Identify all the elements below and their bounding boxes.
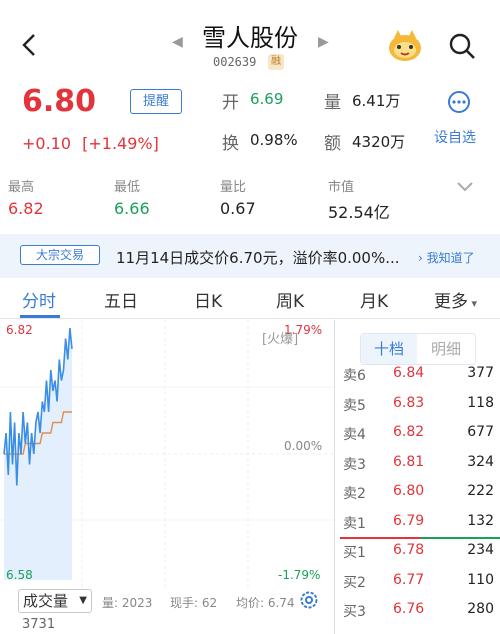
- chevron-right-icon: ›: [418, 251, 423, 265]
- stock-code: 002639: [213, 55, 257, 69]
- high-value: 6.82: [8, 199, 44, 218]
- low-label: 最低: [114, 180, 141, 195]
- orderbook-price: 6.81: [393, 453, 425, 470]
- header-bar: ◀ 雪人股份 ▶ 002639 融: [0, 0, 500, 78]
- orderbook-level-label: 买3: [343, 604, 366, 620]
- margin-badge: 融: [268, 54, 284, 70]
- orderbook-price: 6.78: [393, 542, 425, 558]
- orderbook-qty: 280: [467, 601, 494, 617]
- volume-value: 3731: [22, 617, 56, 632]
- search-icon[interactable]: [446, 30, 478, 62]
- low-value: 6.66: [114, 199, 150, 218]
- pct-axis-mid: 0.00%: [284, 439, 323, 453]
- change-amount: +0.10: [22, 134, 72, 153]
- orderbook-qty: 118: [467, 394, 494, 411]
- stock-name: 雪人股份: [202, 24, 298, 52]
- add-favorite-button[interactable]: 设自选: [434, 127, 476, 147]
- tab-divider: [0, 318, 500, 319]
- indicator-select[interactable]: 成交量 ▼: [18, 589, 92, 613]
- current-price: 6.80: [22, 84, 97, 119]
- orderbook-qty: 222: [467, 483, 494, 499]
- orderbook-level-label: 卖5: [343, 397, 366, 414]
- orderbook-qty: 132: [467, 512, 494, 529]
- orderbook-level-label: 卖2: [343, 486, 366, 502]
- remind-button[interactable]: 提醒: [130, 89, 182, 114]
- tab-five-day[interactable]: 五日: [104, 287, 138, 312]
- orderbook-price: 6.77: [393, 571, 425, 588]
- notice-dismiss[interactable]: › 我知道了: [418, 249, 475, 266]
- mascot-icon[interactable]: [386, 28, 424, 64]
- y-axis-top: 6.82: [6, 323, 33, 337]
- orderbook-row-ask[interactable]: 卖4 6.82 677: [335, 419, 500, 448]
- market-cap-value: 52.54亿: [328, 203, 390, 222]
- orderbook-qty: 110: [467, 571, 494, 588]
- market-cap-label: 市值: [328, 180, 355, 195]
- volume-total: 量: 2023: [102, 596, 153, 610]
- orderbook-row-ask[interactable]: 卖3 6.81 324: [335, 449, 500, 478]
- turnover-label: 换: [222, 134, 239, 154]
- notice-tag: 大宗交易: [20, 245, 100, 265]
- more-dots-icon[interactable]: [448, 91, 470, 113]
- orderbook-row-bid[interactable]: 买2 6.77 110: [335, 567, 500, 596]
- volume-label: 量: [324, 93, 341, 113]
- volume-current: 现手: 62: [170, 596, 218, 610]
- orderbook-price: 6.82: [393, 424, 425, 440]
- stock-detail-screen: ◀ 雪人股份 ▶ 002639 融 6.80 +0.10 [+1.49%] 提醒…: [0, 0, 500, 634]
- orderbook-level-label: 买1: [343, 545, 366, 561]
- chevron-down-icon: ▾: [468, 297, 478, 310]
- intraday-chart[interactable]: [0, 320, 334, 588]
- orderbook-row-ask[interactable]: 卖2 6.80 222: [335, 478, 500, 507]
- tab-monthly-k[interactable]: 月K: [360, 287, 388, 312]
- chevron-down-icon: ▼: [79, 595, 87, 606]
- volume-ratio-label: 量比: [220, 180, 247, 195]
- tab-weekly-k[interactable]: 周K: [276, 287, 304, 312]
- orderbook-row-bid[interactable]: 买3 6.76 280: [335, 596, 500, 625]
- chevron-down-icon[interactable]: [456, 181, 474, 193]
- tab-more[interactable]: 更多 ▾: [434, 287, 477, 312]
- amount-value: 4320万: [352, 133, 406, 151]
- orderbook-qty: 234: [467, 542, 494, 558]
- amount-label: 额: [324, 134, 341, 154]
- orderbook-price: 6.83: [393, 394, 425, 411]
- orderbook-level-label: 买2: [343, 574, 366, 591]
- volume-value: 6.41万: [352, 92, 401, 110]
- pct-axis-bottom: -1.79%: [278, 568, 321, 582]
- orderbook-row-bid[interactable]: 买1 6.78 234: [335, 537, 500, 566]
- y-axis-bottom: 6.58: [6, 568, 33, 582]
- orderbook-level-label: 卖3: [343, 456, 366, 473]
- open-value: 6.69: [250, 90, 284, 108]
- change-percent: [+1.49%]: [82, 134, 159, 153]
- tab-intraday[interactable]: 分时: [22, 287, 56, 312]
- orderbook-qty: 377: [467, 365, 494, 381]
- orderbook-qty: 324: [467, 453, 494, 470]
- bid-ask-divider: [340, 537, 500, 539]
- orderbook-price: 6.80: [393, 483, 425, 499]
- settings-gear-icon[interactable]: [298, 589, 320, 611]
- orderbook-row-ask[interactable]: 卖6 6.84 377: [335, 360, 500, 389]
- notice-text: 11月14日成交价6.70元，溢价率0.00%...: [116, 249, 400, 267]
- open-label: 开: [222, 93, 239, 113]
- orderbook-level-label: 卖1: [343, 515, 366, 532]
- orderbook-price: 6.84: [393, 365, 425, 381]
- tab-daily-k[interactable]: 日K: [194, 287, 222, 312]
- volume-ratio-value: 0.67: [220, 199, 256, 218]
- orderbook-row-ask[interactable]: 卖5 6.83 118: [335, 390, 500, 419]
- hot-indicator: [火爆]: [262, 332, 299, 347]
- orderbook-qty: 677: [467, 424, 494, 440]
- volume-avg-price: 均价: 6.74: [236, 596, 295, 610]
- price-change: +0.10 [+1.49%]: [22, 134, 159, 153]
- orderbook-price: 6.79: [393, 512, 425, 529]
- next-stock-icon[interactable]: ▶: [318, 34, 329, 50]
- orderbook-level-label: 卖6: [343, 368, 366, 384]
- orderbook-row-ask[interactable]: 卖1 6.79 132: [335, 508, 500, 537]
- high-label: 最高: [8, 180, 35, 195]
- orderbook-level-label: 卖4: [343, 427, 366, 443]
- turnover-value: 0.98%: [250, 131, 298, 149]
- orderbook-price: 6.76: [393, 601, 425, 617]
